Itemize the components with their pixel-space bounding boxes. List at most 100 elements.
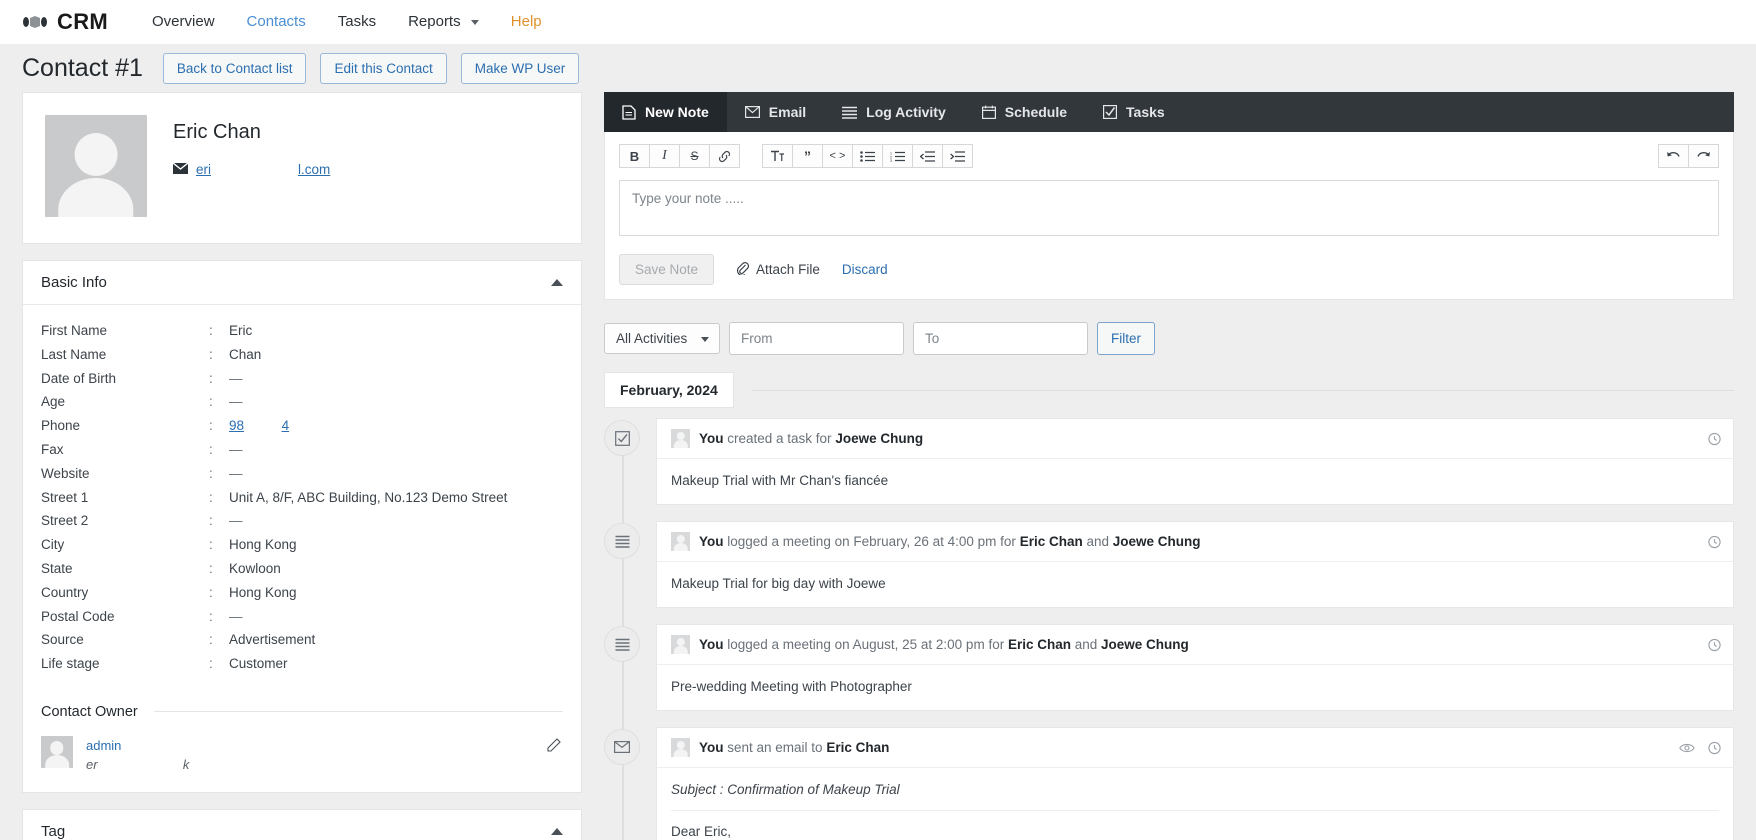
svg-text:3: 3 [890, 159, 892, 162]
more-options-icon[interactable] [1708, 432, 1721, 445]
owner-name-link[interactable]: admin [86, 736, 189, 755]
email-body: Dear Eric, [671, 824, 732, 839]
check-icon [1103, 105, 1118, 119]
info-value: Customer [229, 656, 288, 672]
timeline-item: You logged a meeting on August, 25 at 2:… [604, 624, 1734, 711]
target: Joewe Chung [835, 431, 924, 446]
month-label: February, 2024 [604, 372, 734, 408]
info-row: City : Hong Kong [41, 533, 563, 557]
nav-item-overview[interactable]: Overview [136, 0, 231, 44]
undo-icon[interactable] [1658, 144, 1689, 168]
divider [153, 711, 563, 713]
timeline-item: You logged a meeting on February, 26 at … [604, 521, 1734, 608]
info-label: Street 1 [41, 489, 89, 505]
info-value: — [229, 465, 243, 481]
tab-schedule-label: Schedule [1004, 104, 1068, 120]
crm-logo-icon [22, 13, 48, 31]
note-input[interactable] [619, 180, 1719, 236]
contact-email[interactable]: eri [172, 162, 298, 177]
more-options-icon[interactable] [1708, 535, 1721, 548]
italic-icon[interactable]: I [649, 144, 680, 168]
tab-log-activity[interactable]: Log Activity [824, 92, 964, 132]
info-row: Age : — [41, 390, 563, 414]
timeline-item: You sent an email to Eric Chan Subject:… [604, 727, 1734, 840]
eye-icon[interactable] [1679, 742, 1695, 753]
discard-button[interactable]: Discard [842, 262, 888, 277]
nav-item-contacts[interactable]: Contacts [231, 0, 322, 44]
actor: You [699, 740, 724, 755]
basic-info-header[interactable]: Basic Info [23, 261, 581, 305]
tag-heading: Tag [41, 822, 66, 840]
chevron-up-icon[interactable] [551, 827, 563, 835]
code-icon[interactable]: < > [822, 144, 853, 168]
phone-value[interactable]: 98 [229, 418, 244, 433]
attach-file-button[interactable]: Attach File [736, 261, 820, 278]
save-note-button[interactable]: Save Note [619, 254, 715, 285]
filter-button[interactable]: Filter [1097, 322, 1155, 355]
info-row: Street 2 : — [41, 509, 563, 533]
info-value: Hong Kong [229, 584, 297, 600]
nav-item-reports[interactable]: Reports [392, 0, 495, 44]
chevron-up-icon[interactable] [551, 279, 563, 286]
contact-owner-heading: Contact Owner [41, 703, 138, 720]
more-options-icon[interactable] [1708, 741, 1721, 754]
list-icon [842, 106, 858, 119]
info-label: Phone [41, 418, 81, 434]
edit-this-contact-button[interactable]: Edit this Contact [320, 52, 447, 84]
contact-owner-row: admin er k [41, 728, 563, 774]
envelope-icon [744, 106, 760, 118]
make-wp-user-button[interactable]: Make WP User [460, 52, 580, 84]
info-label: Postal Code [41, 608, 115, 624]
phone-value-2[interactable]: 4 [282, 418, 290, 433]
contact-email-value[interactable]: eri [196, 162, 211, 177]
contact-website-value[interactable]: l.com [298, 162, 330, 177]
meeting-list-icon [604, 523, 640, 559]
editor-toolbar: B I S ” < > 1 2 3 [619, 144, 1719, 168]
activity-type-select[interactable]: All Activities [604, 323, 720, 354]
info-value: — [229, 441, 243, 457]
link-icon[interactable] [709, 144, 740, 168]
brand-name: CRM [57, 9, 109, 34]
info-row: Country : Hong Kong [41, 581, 563, 605]
timeline-item-body: Pre-wedding Meeting with Photographer [671, 679, 912, 694]
to-date-input[interactable] [913, 322, 1088, 355]
tab-new-note[interactable]: New Note [604, 92, 727, 132]
numbered-list-icon[interactable]: 1 2 3 [882, 144, 913, 168]
info-row: Source : Advertisement [41, 628, 563, 652]
info-value: — [229, 394, 243, 410]
target-2: Joewe Chung [1101, 637, 1189, 652]
info-row: Fax : — [41, 438, 563, 462]
activity-tab-bar: New Note Email Log Activity Schedule Tas… [604, 92, 1734, 132]
strikethrough-icon[interactable]: S [679, 144, 710, 168]
blockquote-icon[interactable]: ” [792, 144, 823, 168]
calendar-icon [981, 105, 996, 119]
activity-filter-bar: All Activities Filter [604, 322, 1734, 355]
text-before: created a task for [723, 431, 836, 446]
actor: You [699, 431, 724, 446]
info-row: Last Name : Chan [41, 343, 563, 367]
bullet-list-icon[interactable] [852, 144, 883, 168]
redo-icon[interactable] [1688, 144, 1719, 168]
from-date-input[interactable] [729, 322, 904, 355]
toolbar-group-blocks: ” < > 1 2 3 [762, 144, 973, 168]
nav-item-tasks[interactable]: Tasks [322, 0, 392, 44]
heading-icon[interactable] [762, 144, 793, 168]
edit-owner-icon[interactable] [547, 738, 561, 755]
back-to-contact-list-button[interactable]: Back to Contact list [162, 52, 307, 84]
toolbar-group-history [1658, 144, 1719, 168]
info-label: Life stage [41, 656, 100, 672]
bold-icon[interactable]: B [619, 144, 650, 168]
tag-panel-header[interactable]: Tag [23, 810, 581, 840]
target: Eric Chan [1007, 637, 1071, 652]
timeline-item: You created a task for Joewe Chung Makeu… [604, 418, 1734, 505]
timeline-item-text: You logged a meeting on February, 26 at … [699, 534, 1201, 549]
more-options-icon[interactable] [1708, 638, 1721, 651]
tab-email[interactable]: Email [727, 92, 824, 132]
nav-item-help[interactable]: Help [495, 0, 558, 44]
indent-icon[interactable] [942, 144, 973, 168]
tab-tasks[interactable]: Tasks [1085, 92, 1183, 132]
tab-schedule[interactable]: Schedule [964, 92, 1085, 132]
outdent-icon[interactable] [912, 144, 943, 168]
actor: You [699, 534, 724, 549]
text-after: and [1082, 534, 1113, 549]
